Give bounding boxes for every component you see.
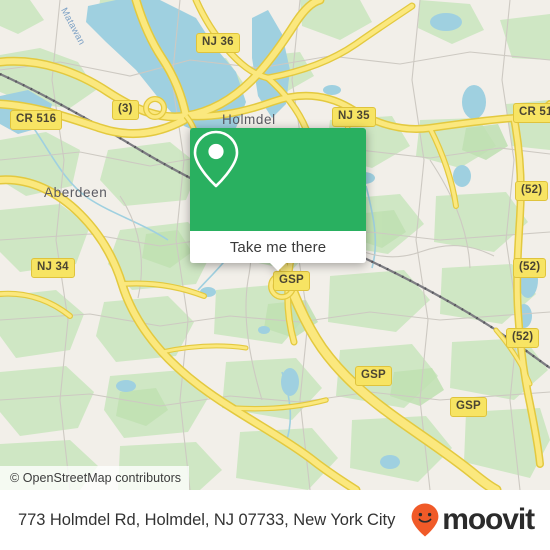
map-pin-icon	[193, 130, 239, 188]
road-shield-gsp-south[interactable]: GSP	[450, 397, 487, 417]
road-shield-52-north[interactable]: (52)	[515, 181, 549, 201]
address-label: 773 Holmdel Rd, Holmdel, NJ 07733, New Y…	[18, 510, 396, 529]
road-shield-nj-36[interactable]: NJ 36	[196, 33, 240, 53]
road-shield-gsp-mid[interactable]: GSP	[355, 366, 392, 386]
location-popup-card[interactable]: Take me there	[190, 128, 366, 271]
road-shield-3[interactable]: (3)	[112, 100, 139, 120]
road-shield-52-mid[interactable]: (52)	[513, 258, 547, 278]
popup-image-panel	[190, 128, 366, 231]
popup-action-bar[interactable]: Take me there	[190, 231, 366, 263]
popup-pointer-tail	[269, 262, 287, 271]
osm-attribution-text: © OpenStreetMap contributors	[10, 471, 182, 485]
moovit-logo[interactable]: moovit	[410, 502, 535, 538]
road-shield-cr-516-west[interactable]: CR 516	[10, 110, 63, 130]
moovit-pin-icon	[411, 503, 439, 537]
road-shield-52-south[interactable]: (52)	[506, 328, 540, 348]
road-shield-cr-516-east[interactable]: CR 516	[513, 103, 550, 123]
map-canvas[interactable]: Aberdeen Holmdel Matawan NJ 36 (3) CR 51…	[0, 0, 550, 490]
moovit-wordmark: moovit	[442, 503, 535, 536]
road-shield-nj-34[interactable]: NJ 34	[31, 258, 75, 278]
road-shield-gsp-north[interactable]: GSP	[273, 271, 310, 291]
osm-attribution[interactable]: © OpenStreetMap contributors	[0, 466, 190, 490]
bottom-info-bar: 773 Holmdel Rd, Holmdel, NJ 07733, New Y…	[0, 490, 550, 550]
moovit-map-screenshot: Aberdeen Holmdel Matawan NJ 36 (3) CR 51…	[0, 0, 550, 550]
road-shield-nj-35[interactable]: NJ 35	[332, 107, 376, 127]
take-me-there-label: Take me there	[229, 238, 327, 256]
